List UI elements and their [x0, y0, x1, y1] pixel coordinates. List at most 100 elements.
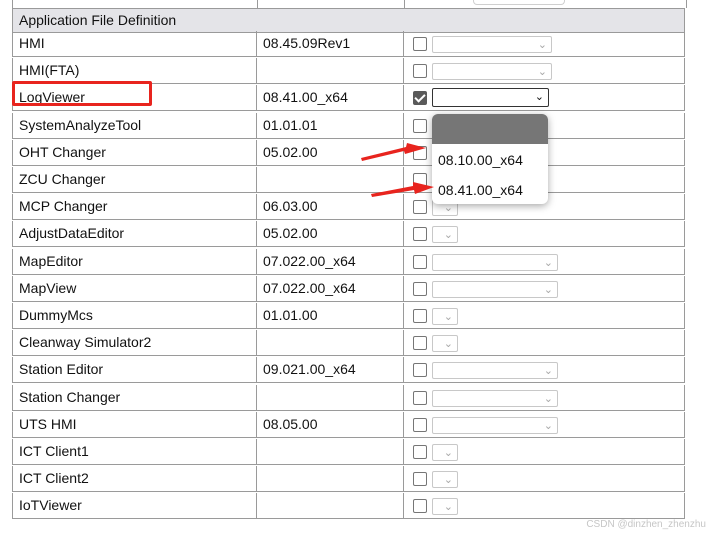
app-name-cell: DummyMcs [12, 303, 257, 329]
version-dropdown-list[interactable]: 08.10.00_x64 08.41.00_x64 [432, 114, 548, 204]
app-name-cell: MapEditor [12, 248, 257, 275]
chevron-down-icon: ⌄ [543, 419, 553, 432]
chevron-down-icon: ⌄ [443, 338, 453, 351]
select-checkbox[interactable] [413, 445, 427, 459]
app-name: AdjustDataEditor [19, 225, 125, 242]
version-select[interactable]: ⌄ [432, 498, 458, 516]
section-header: Application File Definition [12, 8, 685, 33]
version-cell [256, 167, 404, 193]
version-select[interactable]: ⌄ [432, 471, 458, 489]
app-name: MCP Changer [19, 198, 108, 215]
table-row: Cleanway Simulator2 ⌄ [12, 330, 685, 357]
app-name: Station Editor [19, 361, 104, 378]
select-checkbox[interactable] [413, 309, 427, 323]
table-row: UTS HMI 08.05.00 ⌄ [12, 411, 685, 439]
app-name-cell: IoTViewer [12, 493, 257, 520]
select-checkbox[interactable] [413, 64, 427, 79]
control-cell: ⌄ [403, 384, 685, 411]
table-row: MCP Changer 06.03.00 ⌄ [12, 194, 685, 221]
version-cell: 09.021.00_x64 [256, 357, 404, 384]
table-row: ICT Client1 ⌄ [12, 439, 685, 466]
version-select[interactable]: ⌄ [432, 36, 552, 53]
select-checkbox[interactable] [413, 145, 427, 160]
select-checkbox[interactable] [413, 200, 427, 215]
app-name-cell: Station Changer [12, 384, 257, 411]
version-cell: 05.02.00 [256, 139, 404, 166]
version-cell [256, 466, 404, 493]
version-cell: 01.01.01 [256, 112, 404, 139]
version-value: 05.02.00 [263, 143, 318, 160]
app-name: ZCU Changer [19, 171, 106, 187]
app-name-cell: AdjustDataEditor [12, 221, 257, 248]
app-name: Station Changer [19, 388, 121, 405]
select-checkbox[interactable] [413, 37, 427, 51]
version-cell [256, 330, 404, 357]
select-checkbox[interactable] [413, 281, 427, 296]
select-checkbox[interactable] [413, 173, 427, 187]
version-select[interactable]: ⌄ [432, 63, 552, 81]
table-row: DummyMcs 01.01.00 ⌄ [12, 303, 685, 330]
version-select[interactable]: ⌄ [432, 416, 558, 434]
app-name: UTS HMI [19, 415, 77, 432]
version-select[interactable]: ⌄ [432, 335, 458, 353]
highlight-box [12, 81, 152, 106]
select-checkbox[interactable] [413, 390, 427, 405]
partial-select[interactable] [473, 0, 565, 5]
app-name-cell: HMI [12, 31, 257, 57]
version-select[interactable]: ⌄ [432, 362, 558, 380]
version-select[interactable]: ⌄ [432, 308, 458, 325]
app-name-cell: MapView [12, 275, 257, 302]
version-cell: 07.022.00_x64 [256, 275, 404, 302]
version-select[interactable]: ⌄ [432, 88, 549, 108]
version-select[interactable]: ⌄ [432, 280, 558, 298]
app-name-cell: MCP Changer [12, 194, 257, 221]
control-cell: ⌄ [403, 330, 685, 357]
chevron-down-icon: ⌄ [537, 39, 547, 51]
control-cell: ⌄ [403, 248, 685, 275]
column-divider [404, 0, 405, 8]
select-checkbox[interactable] [413, 254, 427, 269]
version-value: 05.02.00 [263, 225, 318, 242]
app-name: HMI(FTA) [19, 62, 80, 79]
version-value: 08.41.00_x64 [263, 89, 348, 106]
control-cell: ⌄ [403, 357, 685, 384]
select-checkbox[interactable] [413, 417, 427, 432]
select-checkbox[interactable] [413, 363, 427, 378]
dropdown-option[interactable]: 08.10.00_x64 [438, 152, 523, 168]
select-checkbox[interactable] [413, 472, 427, 487]
control-cell: ⌄ [403, 303, 685, 329]
app-name: Cleanway Simulator2 [19, 334, 152, 351]
app-name: MapView [19, 279, 77, 296]
version-cell: 08.05.00 [256, 411, 404, 438]
dropdown-option[interactable]: 08.41.00_x64 [438, 182, 523, 198]
app-name: HMI [19, 35, 45, 51]
app-name-cell: Station Editor [12, 357, 257, 384]
version-value: 01.01.00 [263, 307, 318, 323]
app-name-cell: ZCU Changer [12, 167, 257, 193]
table-row: Station Editor 09.021.00_x64 ⌄ [12, 357, 685, 384]
chevron-down-icon: ⌄ [534, 91, 544, 104]
select-checkbox[interactable] [413, 336, 427, 351]
version-value: 01.01.01 [263, 116, 318, 133]
chevron-down-icon: ⌄ [443, 229, 453, 242]
watermark-text: CSDN @dinzhen_zhenzhu [586, 519, 706, 530]
app-name-cell: UTS HMI [12, 411, 257, 438]
chevron-down-icon: ⌄ [543, 283, 553, 296]
table-top-border [12, 0, 687, 8]
control-cell: ⌄ [403, 275, 685, 302]
chevron-down-icon: ⌄ [443, 311, 453, 323]
select-checkbox[interactable] [413, 499, 427, 514]
select-checkbox[interactable] [413, 118, 427, 133]
app-name: IoTViewer [19, 497, 82, 514]
version-select[interactable]: ⌄ [432, 389, 558, 407]
version-select[interactable]: ⌄ [432, 253, 558, 271]
version-cell: 07.022.00_x64 [256, 248, 404, 275]
app-name: SystemAnalyzeTool [19, 116, 142, 133]
version-select[interactable]: ⌄ [432, 226, 458, 244]
select-checkbox[interactable] [413, 91, 427, 106]
table-row: AdjustDataEditor 05.02.00 ⌄ [12, 221, 685, 248]
version-select[interactable]: ⌄ [432, 444, 458, 461]
version-value: 07.022.00_x64 [263, 252, 356, 269]
select-checkbox[interactable] [413, 227, 427, 242]
app-name: DummyMcs [19, 307, 93, 323]
